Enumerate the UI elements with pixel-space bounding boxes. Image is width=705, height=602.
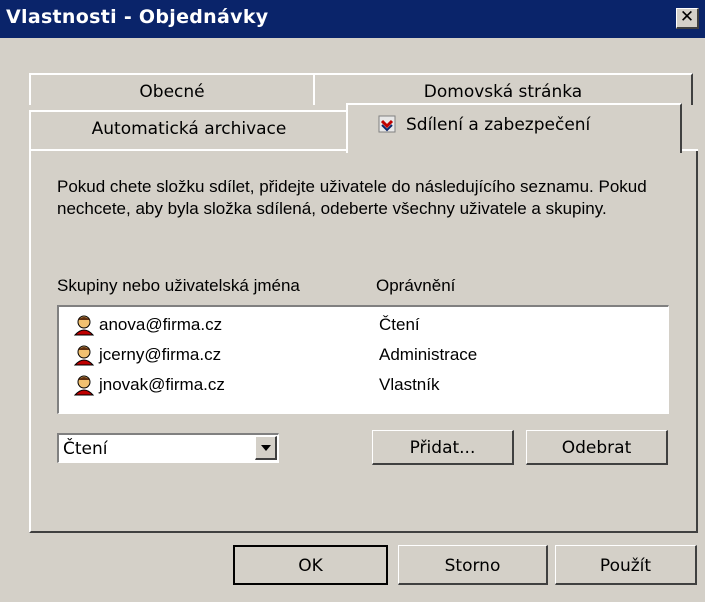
- list-item[interactable]: jnovak@firma.cz Vlastník: [59, 371, 668, 399]
- remove-button-label: Odebrat: [561, 438, 632, 458]
- permission-select[interactable]: Čtení: [57, 433, 279, 463]
- user-permission: Administrace: [379, 345, 478, 364]
- user-icon: [73, 315, 95, 336]
- cancel-button-label: Storno: [444, 556, 501, 576]
- user-icon: [73, 375, 95, 396]
- ok-button-label: OK: [298, 556, 323, 576]
- user-permission: Vlastník: [379, 375, 440, 394]
- user-permission: Čtení: [379, 315, 420, 334]
- tab-homepage[interactable]: Domovská stránka: [313, 73, 693, 105]
- ok-button[interactable]: OK: [233, 545, 388, 585]
- list-item[interactable]: anova@firma.cz Čtení: [59, 311, 668, 339]
- tab-general[interactable]: Obecné: [29, 73, 315, 105]
- list-item[interactable]: jcerny@firma.cz Administrace: [59, 341, 668, 369]
- user-icon: [73, 345, 95, 366]
- users-list[interactable]: anova@firma.cz Čtení jcerny@firma.cz Adm…: [57, 305, 669, 414]
- user-name: anova@firma.cz: [99, 315, 223, 334]
- tab-homepage-label: Domovská stránka: [423, 82, 583, 102]
- tab-sharing-security[interactable]: Sdílení a zabezpečení: [346, 103, 682, 153]
- apply-button-label: Použít: [599, 556, 652, 576]
- column-header-users: Skupiny nebo uživatelská jména: [57, 276, 300, 295]
- title-bar: Vlastnosti - Objednávky ✕: [0, 0, 705, 38]
- add-button[interactable]: Přidat...: [372, 430, 514, 465]
- chevron-down-icon[interactable]: [255, 436, 277, 460]
- sharing-icon: [378, 115, 396, 133]
- add-button-label: Přidat...: [409, 438, 476, 458]
- tab-auto-archive-label: Automatická archivace: [91, 119, 287, 139]
- tab-general-label: Obecné: [139, 82, 205, 102]
- cancel-button[interactable]: Storno: [398, 545, 548, 585]
- apply-button[interactable]: Použít: [555, 545, 697, 585]
- close-icon: ✕: [679, 7, 695, 27]
- close-button[interactable]: ✕: [676, 8, 699, 29]
- column-header-permissions: Oprávnění: [376, 276, 456, 295]
- user-name: jcerny@firma.cz: [99, 345, 222, 364]
- permission-select-value: Čtení: [63, 439, 108, 459]
- tab-sharing-security-label: Sdílení a zabezpečení: [406, 115, 591, 135]
- user-name: jnovak@firma.cz: [99, 375, 225, 394]
- sharing-description: Pokud chete složku sdílet, přidejte uživ…: [57, 177, 647, 218]
- tab-auto-archive[interactable]: Automatická archivace: [29, 110, 349, 150]
- window-title: Vlastnosti - Objednávky: [6, 6, 269, 28]
- remove-button[interactable]: Odebrat: [526, 430, 668, 465]
